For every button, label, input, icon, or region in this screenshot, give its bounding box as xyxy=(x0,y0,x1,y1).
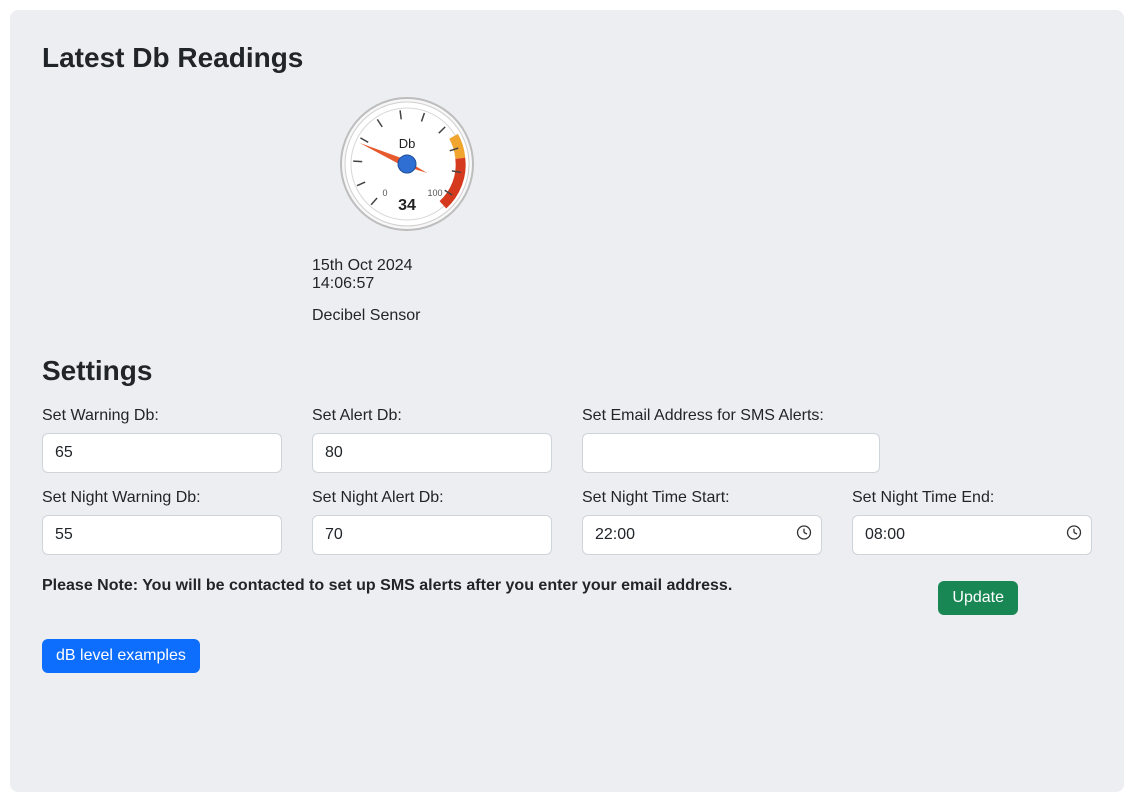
reading-row: Db 0 100 34 15th Oct 2024 14:06:57 Decib… xyxy=(42,94,1092,325)
alert-db-input[interactable] xyxy=(312,433,552,473)
gauge-icon: Db 0 100 34 xyxy=(337,94,477,234)
sms-note: Please Note: You will be contacted to se… xyxy=(42,577,732,595)
gauge-value-label: 34 xyxy=(398,197,416,214)
main-panel: Latest Db Readings xyxy=(10,10,1124,792)
db-examples-button[interactable]: dB level examples xyxy=(42,639,200,673)
night-end-label: Set Night Time End: xyxy=(852,489,1092,507)
settings-heading: Settings xyxy=(42,355,1092,387)
warning-db-label: Set Warning Db: xyxy=(42,407,282,425)
gauge-min-label: 0 xyxy=(382,188,387,198)
night-warning-db-label: Set Night Warning Db: xyxy=(42,489,282,507)
alert-db-label: Set Alert Db: xyxy=(312,407,552,425)
night-end-input[interactable] xyxy=(852,515,1092,555)
warning-db-input[interactable] xyxy=(42,433,282,473)
gauge-unit-label: Db xyxy=(399,136,416,151)
night-alert-db-input[interactable] xyxy=(312,515,552,555)
email-input[interactable] xyxy=(582,433,880,473)
update-button[interactable]: Update xyxy=(938,581,1018,615)
reading-time: 14:06:57 xyxy=(312,275,502,293)
gauge: Db 0 100 34 xyxy=(312,94,502,239)
settings-form: Set Warning Db: Set Alert Db: Set Email … xyxy=(42,407,1092,673)
gauge-max-label: 100 xyxy=(427,188,442,198)
reading-sensor-name: Decibel Sensor xyxy=(312,307,502,325)
night-warning-db-input[interactable] xyxy=(42,515,282,555)
night-start-label: Set Night Time Start: xyxy=(582,489,822,507)
night-alert-db-label: Set Night Alert Db: xyxy=(312,489,552,507)
reading-date: 15th Oct 2024 xyxy=(312,257,502,275)
night-start-input[interactable] xyxy=(582,515,822,555)
email-label: Set Email Address for SMS Alerts: xyxy=(582,407,880,425)
reading-card: Db 0 100 34 15th Oct 2024 14:06:57 Decib… xyxy=(312,94,502,325)
latest-readings-heading: Latest Db Readings xyxy=(42,42,1092,74)
